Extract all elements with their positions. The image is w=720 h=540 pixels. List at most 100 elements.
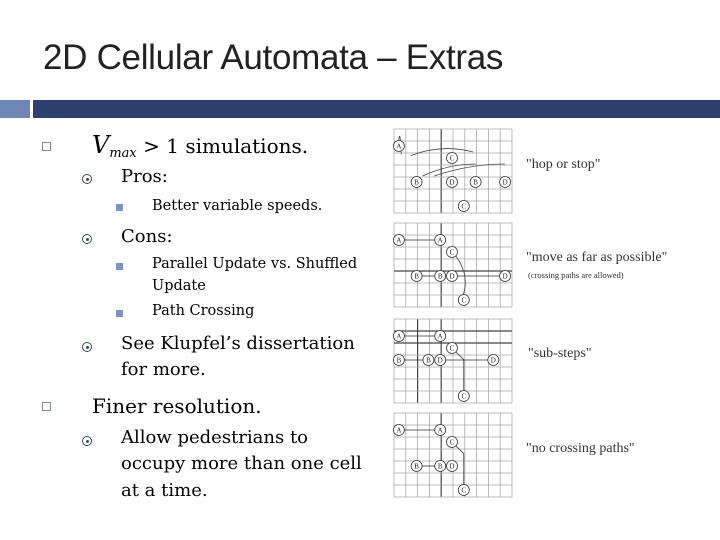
vmax-text: > 1 simulations.	[136, 134, 309, 158]
pedestrian-node: A	[434, 234, 447, 246]
node-label: B	[426, 357, 431, 365]
node-label: D	[449, 463, 454, 471]
cons-label: Cons:	[121, 226, 173, 247]
node-label: C	[450, 155, 455, 163]
pedestrian-node: D	[434, 354, 447, 366]
cons-item-1-cont: Update	[152, 278, 206, 294]
node-label: A	[438, 237, 443, 245]
node-label: D	[449, 273, 454, 281]
pedestrian-node: D	[499, 270, 511, 282]
vmax-subscript: max	[109, 146, 137, 161]
node-label: D	[491, 357, 496, 365]
grid-diagram: A C B D B D C	[393, 128, 513, 214]
node-label: B	[414, 179, 419, 187]
node-label: C	[461, 487, 466, 495]
header-accent-block	[0, 100, 30, 118]
vmax-letter: V	[92, 131, 110, 159]
node-label: A	[396, 333, 401, 341]
pedestrian-node: C	[446, 342, 458, 354]
subcaption-crossing-allowed: (crossing paths are allowed)	[528, 270, 624, 280]
pros-label: Pros:	[121, 166, 168, 187]
node-label: B	[473, 179, 478, 187]
node-label: C	[450, 345, 455, 353]
pedestrian-node: C	[457, 294, 470, 306]
pedestrian-node: B	[434, 460, 447, 472]
square-bullet-icon	[42, 402, 51, 411]
figure-move-as-far-as-possible: AACBBDDC	[393, 222, 513, 308]
header-accent-bar	[33, 100, 720, 118]
pedestrian-node: C	[446, 436, 458, 448]
pedestrian-node: D	[487, 354, 500, 366]
pedestrian-node: C	[457, 200, 470, 212]
caption-sub-steps: "sub-steps"	[528, 346, 592, 361]
finer-detail-line2: occupy more than one cell	[121, 453, 362, 474]
pedestrian-node: D	[446, 176, 458, 188]
pedestrian-node: C	[457, 484, 470, 496]
bullet-vmax: Vmax > 1 simulations.	[92, 131, 308, 161]
figure-no-crossing-paths: AACBBDC	[393, 412, 513, 498]
node-label: D	[503, 179, 508, 187]
grid-diagram: A ACB B D DC	[393, 222, 513, 308]
pedestrian-node: A	[393, 424, 405, 436]
pedestrian-node: D	[499, 176, 511, 188]
see-dissertation-line2: for more.	[121, 359, 206, 380]
pedestrian-node: D	[446, 460, 458, 472]
node-label: B	[414, 273, 419, 281]
pedestrian-node: B	[410, 176, 423, 188]
caption-no-crossing-paths: "no crossing paths"	[526, 441, 635, 456]
pedestrian-node: C	[457, 390, 470, 402]
circle-bullet-icon	[82, 234, 92, 244]
caption-hop-or-stop: "hop or stop"	[526, 157, 601, 172]
pedestrian-node: B	[393, 354, 405, 366]
node-label: B	[397, 357, 402, 365]
pedestrian-node: A	[434, 424, 447, 436]
pedestrian-node: B	[410, 270, 423, 282]
node-label: D	[503, 273, 508, 281]
node-label: C	[450, 249, 455, 257]
node-label: A	[396, 427, 401, 435]
pedestrian-node: A	[434, 330, 447, 342]
finer-detail-line3: at a time.	[121, 480, 208, 501]
figure-sub-steps: AACBBDDC	[393, 318, 513, 404]
node-label: D	[438, 357, 443, 365]
node-label: A	[396, 143, 401, 151]
grid-diagram: A ACB B DC	[393, 412, 513, 498]
cons-item-1: Parallel Update vs. Shuffled	[152, 256, 358, 272]
node-label: B	[414, 463, 419, 471]
finer-detail-line1: Allow pedestrians to	[121, 427, 309, 448]
vmax-symbol: Vmax	[92, 131, 137, 161]
filled-square-bullet-icon	[116, 310, 123, 317]
pedestrian-node: A	[393, 140, 405, 152]
node-label: C	[450, 439, 455, 447]
node-label: D	[449, 179, 454, 187]
pedestrian-node: A	[393, 330, 405, 342]
figure-hop-or-stop: A C B D B D C	[393, 128, 513, 214]
pedestrian-node: B	[422, 354, 435, 366]
node-label: C	[461, 393, 466, 401]
node-label: B	[438, 273, 443, 281]
node-label: B	[438, 463, 443, 471]
pedestrian-node: C	[446, 152, 458, 164]
cons-item-2: Path Crossing	[152, 303, 255, 319]
node-label: A	[438, 427, 443, 435]
filled-square-bullet-icon	[116, 263, 123, 270]
square-bullet-icon	[42, 142, 51, 151]
see-dissertation-line1: See Klupfel’s dissertation	[121, 333, 355, 354]
hop-arc	[434, 163, 506, 177]
pedestrian-node: B	[434, 270, 447, 282]
hop-arc	[410, 148, 474, 156]
hop-arc	[422, 163, 476, 177]
bullet-finer-resolution: Finer resolution.	[92, 394, 262, 418]
pedestrian-node: D	[446, 270, 458, 282]
pedestrian-node: A	[393, 234, 405, 246]
pedestrian-node: B	[469, 176, 482, 188]
circle-bullet-icon	[82, 174, 92, 184]
node-label: C	[461, 297, 466, 305]
node-label: C	[461, 203, 466, 211]
path-elbow	[455, 351, 465, 392]
caption-move-as-far: "move as far as possible"	[526, 250, 668, 265]
grid-diagram: A ACB B D DC	[393, 318, 513, 404]
pedestrian-node: B	[410, 460, 423, 472]
filled-square-bullet-icon	[116, 204, 123, 211]
circle-bullet-icon	[82, 436, 92, 446]
